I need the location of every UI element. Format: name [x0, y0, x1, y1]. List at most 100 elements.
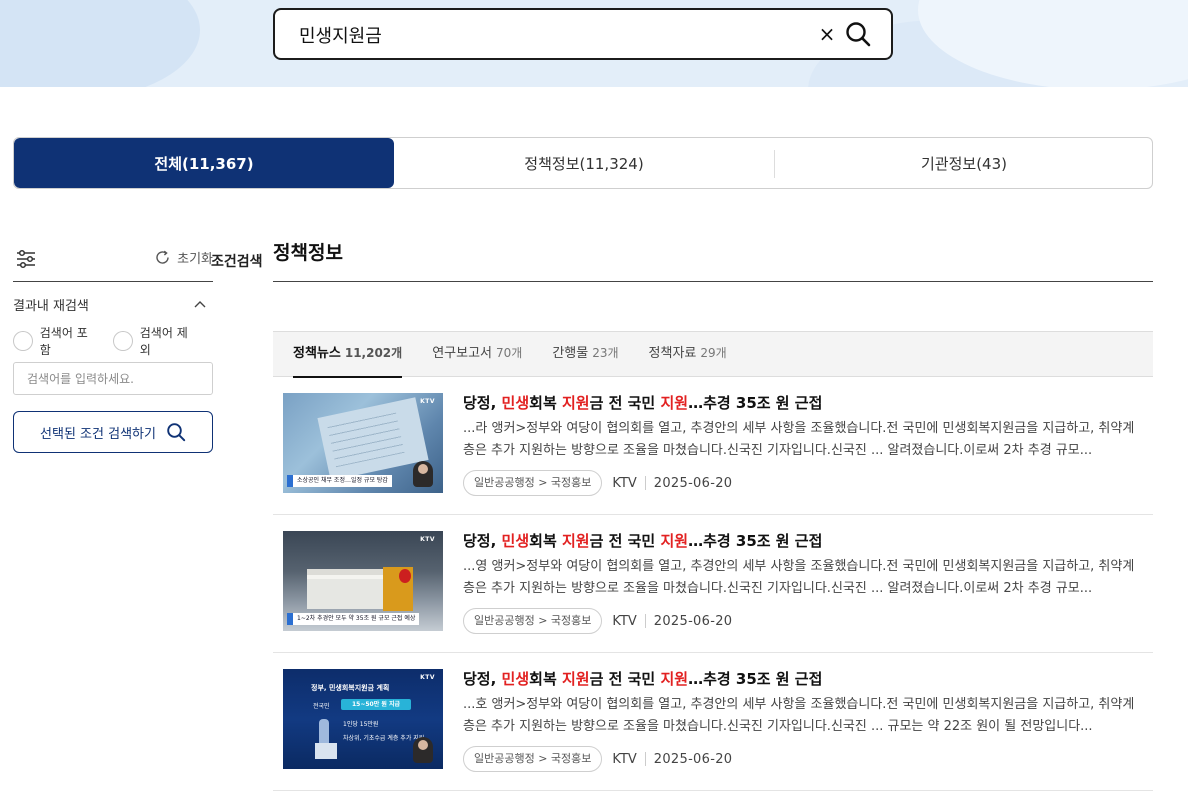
filter-header: 조건검색 초기화 — [13, 236, 263, 282]
result-source: KTV — [612, 751, 637, 767]
radio-circle — [113, 331, 133, 351]
anchor-figure — [413, 737, 433, 763]
condition-search-label: 선택된 조건 검색하기 — [40, 426, 156, 442]
thumbnail-text: 차상위, 기초수급 계층 추가 지원 — [343, 735, 425, 742]
reset-button[interactable]: 초기화 — [154, 248, 213, 267]
subtab-count: 11,202개 — [344, 346, 403, 360]
title-highlight: 민생 — [501, 394, 530, 412]
subtab-count: 29개 — [700, 346, 727, 360]
title-part: …추경 35조 원 근접 — [688, 670, 823, 688]
title-highlight: 지원 — [561, 394, 590, 412]
section-title: 정책정보 — [273, 236, 1153, 282]
thumbnail-pill: 15~50만 원 지급 — [341, 699, 411, 710]
search-icon[interactable] — [844, 20, 872, 48]
title-highlight: 지원 — [660, 532, 689, 550]
subtab-label: 연구보고서 — [432, 346, 493, 361]
refine-section-label: 결과내 재검색 — [13, 298, 89, 314]
thumbnail-graphic — [399, 569, 411, 583]
thumbnail-text: 1인당 15만원 — [343, 721, 379, 728]
result-date: 2025-06-20 — [653, 475, 733, 491]
result-snippet: ...영 앵커>정부와 여당이 협의회를 열고, 추경안의 세부 사항을 조율했… — [463, 559, 1135, 596]
video-thumbnail[interactable]: KTV 소상공인 채무 조정…일정 규모 탕감 — [283, 393, 443, 493]
title-part: …추경 35조 원 근접 — [688, 532, 823, 550]
category-badge[interactable]: 일반공공행정 > 국정홍보 — [463, 746, 603, 772]
category-badge[interactable]: 일반공공행정 > 국정홍보 — [463, 470, 603, 496]
clear-icon[interactable]: × — [817, 22, 837, 46]
filter-title: 조건검색 — [211, 254, 263, 270]
subtab-count: 70개 — [496, 346, 523, 360]
refine-options: 검색어 포함 검색어 제외 — [13, 324, 213, 358]
subtab-label: 간행물 — [552, 346, 589, 361]
meta-divider — [644, 614, 646, 628]
reset-label: 초기화 — [177, 252, 213, 267]
broadcaster-logo: KTV — [420, 674, 435, 681]
result-list: KTV 소상공인 채무 조정…일정 규모 탕감 당정, 민생회복 지원금 전 국… — [273, 377, 1153, 791]
title-part: 회복 — [529, 532, 562, 550]
subtab-policy-material[interactable]: 정책자료 29개 — [649, 331, 727, 377]
title-highlight: 민생 — [501, 670, 530, 688]
thumbnail-text: 전국민 — [313, 703, 330, 710]
search-input[interactable] — [299, 22, 799, 48]
thumbnail-caption: 소상공인 채무 조정…일정 규모 탕감 — [287, 475, 392, 487]
subtab-count: 23개 — [592, 346, 619, 360]
result-snippet: ...라 앵커>정부와 여당이 협의회를 열고, 추경안의 세부 사항을 조율했… — [463, 421, 1135, 458]
tab-agency-info[interactable]: 기관정보(43) — [774, 138, 1152, 188]
title-part: 회복 — [529, 394, 562, 412]
meta-divider — [644, 476, 646, 490]
title-highlight: 지원 — [561, 532, 590, 550]
title-part: 금 전 국민 — [589, 394, 661, 412]
result-title[interactable]: 당정, 민생회복 지원금 전 국민 지원…추경 35조 원 근접 — [463, 668, 822, 689]
filter-sidebar: 조건검색 초기화 결과내 재검색 검색어 포함 검색어 제외 선택된 조건 검색… — [13, 236, 263, 453]
category-badge[interactable]: 일반공공행정 > 국정홍보 — [463, 608, 603, 634]
filter-icon — [17, 249, 35, 268]
result-snippet: ...호 앵커>정부와 여당이 협의회를 열고, 추경안의 세부 사항을 조율했… — [463, 697, 1135, 734]
title-highlight: 민생 — [501, 532, 530, 550]
video-thumbnail[interactable]: KTV 1~2차 추경안 모두 약 35조 원 규모 근접 예상 — [283, 531, 443, 631]
result-source: KTV — [612, 613, 637, 629]
result-tabs: 전체(11,367) 정책정보(11,324) 기관정보(43) — [13, 137, 1153, 189]
results-main: 정책정보 정책뉴스 11,202개 연구보고서 70개 간행물 23개 정책자료 29개… — [273, 236, 1153, 791]
title-part: 금 전 국민 — [589, 670, 661, 688]
result-source: KTV — [612, 475, 637, 491]
result-date: 2025-06-20 — [653, 751, 733, 767]
broadcaster-logo: KTV — [420, 398, 435, 405]
refine-section-header[interactable]: 결과내 재검색 — [13, 282, 213, 326]
title-highlight: 지원 — [561, 670, 590, 688]
include-radio[interactable]: 검색어 포함 — [13, 324, 98, 358]
tab-all[interactable]: 전체(11,367) — [14, 138, 394, 188]
thumbnail-graphic — [319, 719, 329, 743]
radio-circle — [13, 331, 33, 351]
result-item: KTV 정부, 민생회복지원금 계획 전국민 15~50만 원 지급 1인당 1… — [273, 653, 1153, 791]
thumbnail-graphic — [317, 397, 429, 481]
result-meta: 일반공공행정 > 국정홍보 KTV 2025-06-20 — [463, 469, 732, 497]
tab-policy-info[interactable]: 정책정보(11,324) — [394, 138, 774, 188]
include-label: 검색어 포함 — [39, 326, 88, 357]
condition-search-button[interactable]: 선택된 조건 검색하기 — [13, 411, 213, 453]
title-part: 당정, — [463, 394, 502, 412]
subtab-label: 정책뉴스 — [293, 346, 341, 361]
title-highlight: 지원 — [660, 670, 689, 688]
subtab-research-report[interactable]: 연구보고서 70개 — [432, 331, 522, 377]
meta-divider — [644, 752, 646, 766]
result-item: KTV 소상공인 채무 조정…일정 규모 탕감 당정, 민생회복 지원금 전 국… — [273, 377, 1153, 515]
subtab-label: 정책자료 — [648, 346, 697, 361]
result-meta: 일반공공행정 > 국정홍보 KTV 2025-06-20 — [463, 607, 732, 635]
result-title[interactable]: 당정, 민생회복 지원금 전 국민 지원…추경 35조 원 근접 — [463, 392, 822, 413]
result-item: KTV 1~2차 추경안 모두 약 35조 원 규모 근접 예상 당정, 민생회… — [273, 515, 1153, 653]
title-part: 당정, — [463, 670, 502, 688]
subtab-publication[interactable]: 간행물 23개 — [552, 331, 618, 377]
title-part: 금 전 국민 — [589, 532, 661, 550]
title-part: 회복 — [529, 670, 562, 688]
video-thumbnail[interactable]: KTV 정부, 민생회복지원금 계획 전국민 15~50만 원 지급 1인당 1… — [283, 669, 443, 769]
thumbnail-heading: 정부, 민생회복지원금 계획 — [311, 684, 390, 692]
thumbnail-graphic — [315, 743, 337, 759]
title-highlight: 지원 — [660, 394, 689, 412]
refine-input[interactable] — [13, 362, 213, 395]
result-title[interactable]: 당정, 민생회복 지원금 전 국민 지원…추경 35조 원 근접 — [463, 530, 822, 551]
result-meta: 일반공공행정 > 국정홍보 KTV 2025-06-20 — [463, 745, 732, 773]
subtab-policy-news[interactable]: 정책뉴스 11,202개 — [293, 331, 403, 378]
result-date: 2025-06-20 — [653, 613, 733, 629]
refresh-icon — [156, 250, 169, 264]
exclude-radio[interactable]: 검색어 제외 — [113, 324, 198, 358]
anchor-figure — [413, 461, 433, 487]
